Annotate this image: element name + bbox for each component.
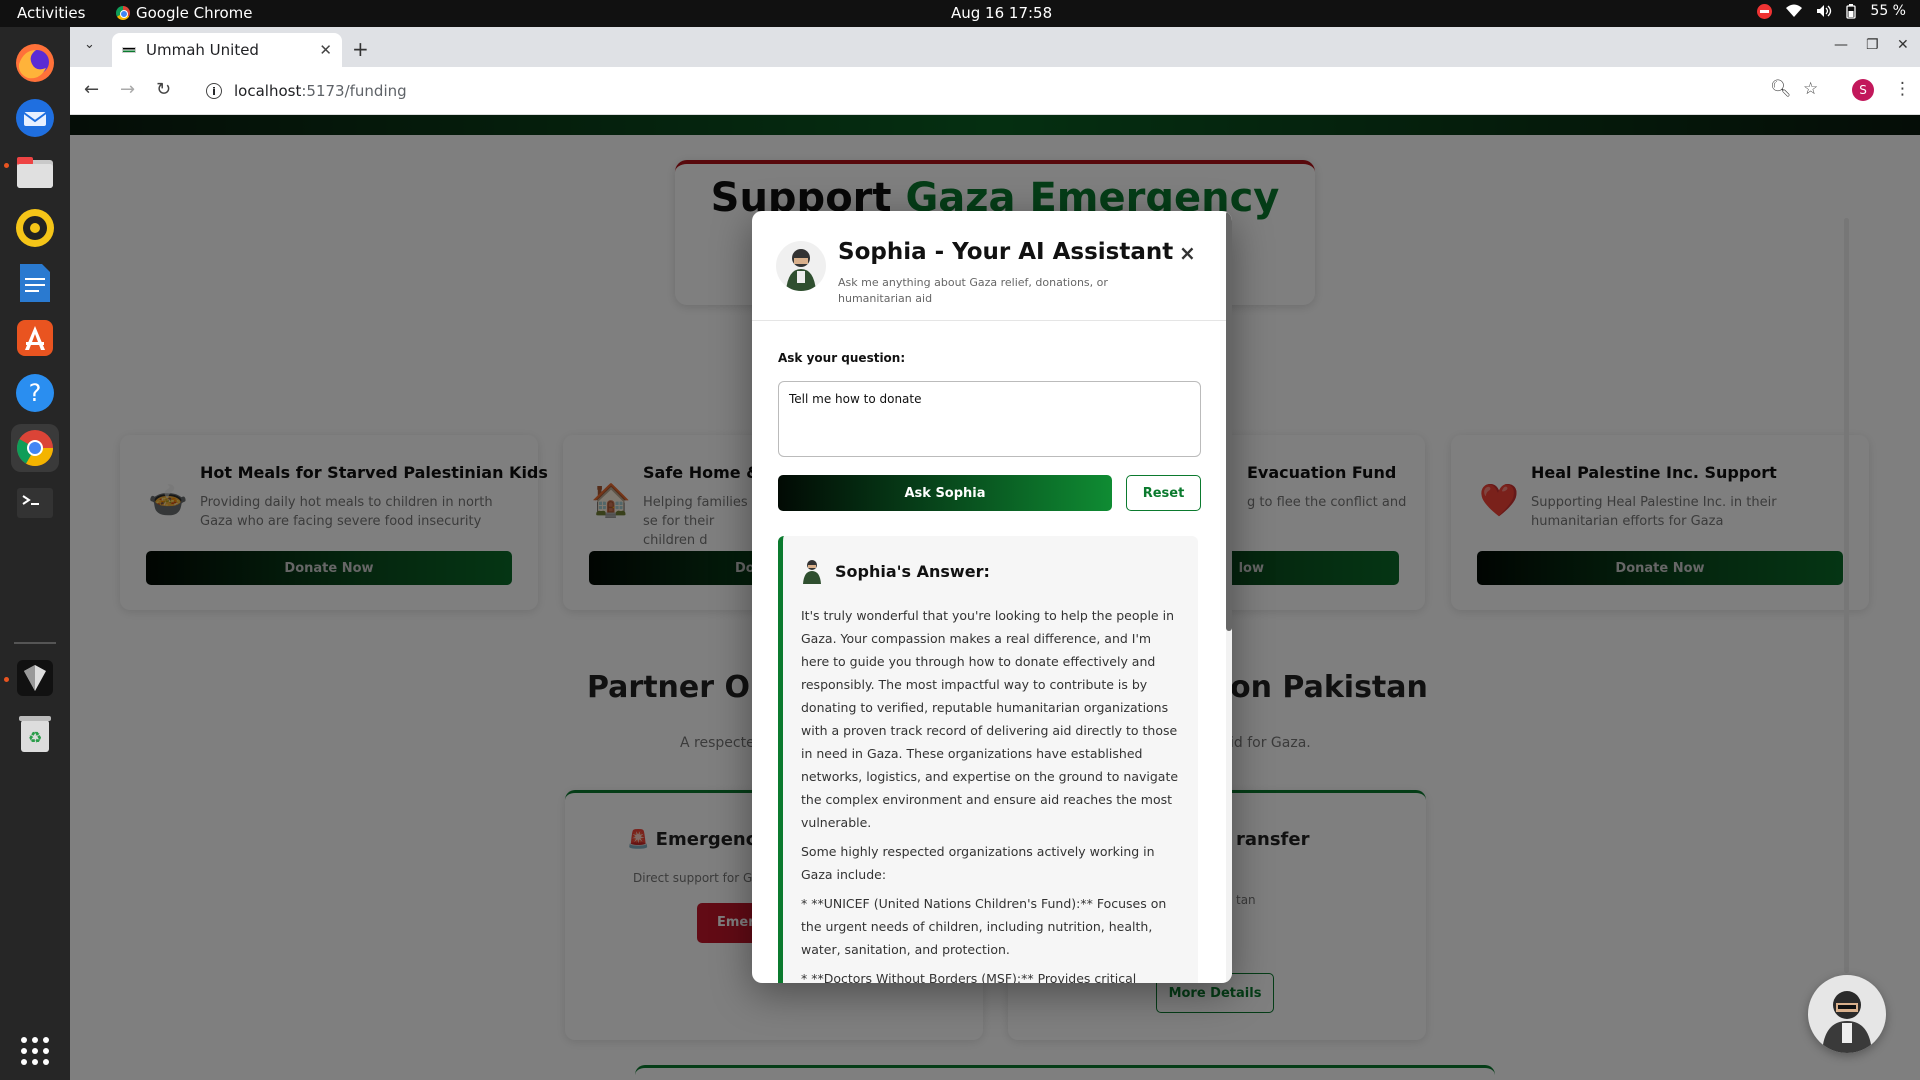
battery-icon [1846,3,1857,19]
chrome-icon [16,430,54,467]
wifi-icon [1786,4,1803,17]
grid-icon [21,1037,49,1065]
tab-close-icon[interactable]: ✕ [319,41,332,59]
svg-text:♻: ♻ [28,728,42,747]
trash-icon: ♻ [19,716,51,752]
modal-scrollbar[interactable] [1226,211,1232,983]
favicon-icon [122,47,136,53]
thunderbird-launcher[interactable] [11,94,59,142]
maximize-icon[interactable]: ❐ [1866,37,1879,53]
url-host: localhost [234,82,302,100]
answer-paragraph: It's truly wonderful that you're looking… [801,608,1179,830]
reset-button[interactable]: Reset [1126,475,1201,511]
profile-avatar[interactable]: S [1852,79,1874,101]
battery-percent: 55 % [1870,3,1906,19]
app-name: Google Chrome [136,4,253,22]
trash-launcher[interactable]: ♻ [11,709,59,757]
show-apps-button[interactable] [11,1027,59,1075]
tab-strip: ⌄ Ummah United ✕ + — ❐ ✕ [70,27,1920,67]
sophia-fab-avatar-icon [1822,991,1872,1053]
app-menu[interactable]: Google Chrome [116,4,253,22]
close-icon[interactable]: × [1179,241,1196,265]
tab-search-icon[interactable]: ⌄ [84,37,95,52]
browser-toolbar: ← → ↻ i localhost:5173/funding 🔍︎ ☆ S ⋮ [70,67,1920,115]
tab-title: Ummah United [146,41,259,59]
chatbot-launcher-button[interactable] [1808,975,1886,1053]
running-indicator [4,677,9,682]
zoom-icon[interactable]: 🔍︎ [1770,79,1792,99]
site-info-icon[interactable]: i [206,83,222,99]
sophia-small-avatar-icon [803,560,821,584]
modal-scrollbar-thumb[interactable] [1226,211,1232,631]
answer-paragraph: Some highly respected organizations acti… [801,844,1155,882]
close-window-icon[interactable]: ✕ [1897,37,1909,53]
dock: ? ♻ [0,27,70,1080]
do-not-disturb-icon [1757,3,1773,19]
modal-title: Sophia - Your AI Assistant [838,239,1174,265]
system-top-bar: Activities Google Chrome Aug 16 17:58 55… [0,0,1920,27]
terminal-launcher[interactable] [11,479,59,527]
firefox-launcher[interactable] [11,39,59,87]
address-bar[interactable]: i localhost:5173/funding [194,74,1874,108]
activities-button[interactable]: Activities [17,4,85,22]
answer-panel: Sophia's Answer: It's truly wonderful th… [778,536,1198,983]
app-center-icon [17,320,53,356]
firefox-icon [16,44,54,82]
answer-paragraph: * **UNICEF (United Nations Children's Fu… [801,896,1167,957]
bookmark-star-icon[interactable]: ☆ [1803,79,1818,99]
back-icon[interactable]: ← [84,79,99,100]
menu-kebab-icon[interactable]: ⋮ [1894,79,1911,99]
chrome-launcher[interactable] [11,424,59,472]
answer-text: It's truly wonderful that you're looking… [801,604,1183,983]
sophia-avatar-icon [786,249,816,291]
answer-paragraph: * **Doctors Without Borders (MSF):** Pro… [801,971,1137,983]
chrome-icon [116,6,130,20]
cursor-app-icon [17,660,53,696]
help-icon: ? [16,374,54,412]
reload-icon[interactable]: ↻ [156,79,171,100]
volume-icon [1817,5,1832,17]
answer-header: Sophia's Answer: [801,558,990,584]
url-path: :5173/funding [301,82,407,100]
modal-subtitle: Ask me anything about Gaza relief, donat… [838,276,1108,305]
writer-launcher[interactable] [11,259,59,307]
minimize-icon[interactable]: — [1834,37,1848,53]
system-tray[interactable]: 55 % [1757,3,1906,19]
question-textarea[interactable]: Tell me how to donate [778,381,1201,457]
help-launcher[interactable]: ? [11,369,59,417]
app-center-launcher[interactable] [11,314,59,362]
sophia-assistant-modal: Sophia - Your AI Assistant Ask me anythi… [752,211,1232,983]
page-scrollbar[interactable] [1844,88,1850,1053]
running-indicator [4,163,9,168]
new-tab-button[interactable]: + [352,37,369,61]
sophia-avatar [776,241,826,291]
page-scrollbar-thumb[interactable] [1844,218,1849,973]
question-label: Ask your question: [778,351,906,365]
answer-title: Sophia's Answer: [835,561,990,581]
cursor-app-launcher[interactable] [11,654,59,702]
dock-separator [14,642,56,644]
clock[interactable]: Aug 16 17:58 [951,4,1052,22]
terminal-icon [17,488,53,518]
ask-sophia-button[interactable]: Ask Sophia [778,475,1112,511]
svg-text:?: ? [29,379,42,407]
forward-icon[interactable]: → [120,79,135,100]
thunderbird-icon [16,99,54,137]
files-launcher[interactable] [11,149,59,197]
tab-ummah-united[interactable]: Ummah United ✕ [112,33,342,67]
writer-icon [20,264,50,302]
modal-header: Sophia - Your AI Assistant Ask me anythi… [752,211,1232,321]
rhythmbox-icon [16,209,54,247]
rhythmbox-launcher[interactable] [11,204,59,252]
files-icon [17,157,53,188]
